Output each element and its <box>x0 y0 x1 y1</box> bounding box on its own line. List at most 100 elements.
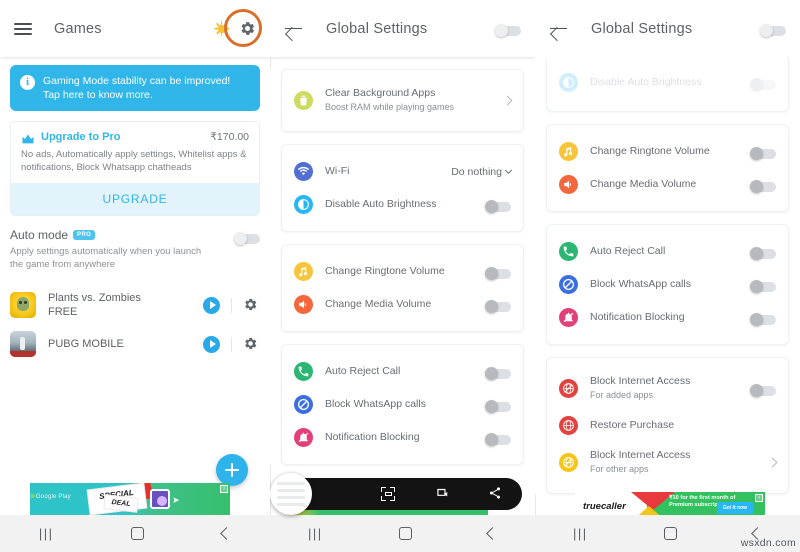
list-item[interactable]: PUBG MOBILE <box>10 325 260 363</box>
row-toggle[interactable] <box>485 400 511 413</box>
row-block-internet-added-apps[interactable]: Block Internet Access For added apps <box>547 368 788 409</box>
master-toggle[interactable] <box>760 24 786 37</box>
row-title: Change Media Volume <box>590 178 697 190</box>
sun-icon[interactable] <box>213 21 229 36</box>
row-block-whatsapp-calls[interactable]: Block WhatsApp calls <box>282 388 523 421</box>
row-control[interactable] <box>767 457 778 468</box>
stability-banner[interactable]: i Gaming Mode stability can be improved!… <box>10 65 260 111</box>
row-notification-blocking[interactable]: Notification Blocking <box>547 301 788 334</box>
list-item[interactable]: Plants vs. Zombies FREE <box>10 285 260 325</box>
row-control[interactable] <box>502 95 513 106</box>
music-note-icon <box>559 142 578 161</box>
back-arrow-icon[interactable] <box>284 19 304 39</box>
pro-title: Upgrade to Pro <box>41 131 121 143</box>
row-control[interactable] <box>485 196 511 213</box>
row-change-ringtone-volume[interactable]: Change Ringtone Volume <box>547 135 788 168</box>
upgrade-button[interactable]: UPGRADE <box>11 183 259 215</box>
row-toggle[interactable] <box>750 313 776 326</box>
row-label: Change Media Volume <box>590 178 696 191</box>
row-control[interactable] <box>485 363 511 380</box>
row-disable-auto-brightness[interactable]: Disable Auto Brightness <box>547 66 788 99</box>
row-auto-reject-call[interactable]: Auto Reject Call <box>547 235 788 268</box>
row-control[interactable] <box>485 396 511 413</box>
add-game-button[interactable] <box>216 454 248 486</box>
ad-info-icon[interactable]: i <box>755 494 763 502</box>
row-change-media-volume[interactable]: Change Media Volume <box>547 168 788 201</box>
row-toggle[interactable] <box>750 78 776 91</box>
row-block-internet-other-apps[interactable]: Block Internet Access For other apps <box>547 442 788 483</box>
google-play-ad[interactable]: Google Play SPECIAL DEAL ➤ i <box>30 483 230 515</box>
crop-icon[interactable] <box>381 487 396 501</box>
back-icon[interactable] <box>486 527 499 540</box>
screenshot-thumbnail[interactable] <box>270 473 312 515</box>
home-icon[interactable] <box>663 527 677 540</box>
divider <box>231 336 232 352</box>
auto-mode-toggle[interactable] <box>234 232 260 245</box>
row-toggle[interactable] <box>485 367 511 380</box>
back-icon[interactable] <box>220 527 233 540</box>
row-subtitle: For other apps <box>590 464 649 474</box>
row-control[interactable]: Do nothing <box>451 166 513 178</box>
row-restore-purchase[interactable]: Restore Purchase <box>547 409 788 442</box>
tag-icon[interactable] <box>435 486 449 503</box>
row-control[interactable] <box>485 296 511 313</box>
row-disable-auto-brightness[interactable]: Disable Auto Brightness <box>282 188 523 221</box>
row-control[interactable] <box>485 429 511 446</box>
row-control[interactable] <box>750 176 776 193</box>
row-notification-blocking[interactable]: Notification Blocking <box>282 421 523 454</box>
row-toggle[interactable] <box>485 433 511 446</box>
play-button[interactable] <box>203 335 220 353</box>
row-toggle[interactable] <box>750 180 776 193</box>
hamburger-icon[interactable] <box>14 22 32 35</box>
back-arrow-icon[interactable] <box>549 19 569 39</box>
row-control[interactable] <box>750 243 776 260</box>
row-wifi[interactable]: Wi-Fi Do nothing <box>282 155 523 188</box>
phone-reject-icon <box>294 362 313 381</box>
ad-cta-button[interactable]: Get it now <box>716 502 753 514</box>
card-partial-scrolled: Disable Auto Brightness <box>546 55 789 112</box>
row-subtitle: For added apps <box>590 390 654 400</box>
speaker-icon <box>559 175 578 194</box>
auto-mode-title-row: Auto mode PRO <box>10 228 234 242</box>
auto-mode-setting: Auto mode PRO Apply settings automatical… <box>10 228 260 271</box>
row-control[interactable] <box>750 276 776 293</box>
home-icon[interactable] <box>398 527 412 540</box>
row-label: Disable Auto Brightness <box>590 76 701 89</box>
row-label: Auto Reject Call <box>590 245 665 258</box>
wifi-dropdown[interactable]: Do nothing <box>451 166 513 178</box>
row-control[interactable] <box>750 309 776 326</box>
row-clear-background-apps[interactable]: Clear Background Apps Boost RAM while pl… <box>282 80 523 121</box>
row-toggle[interactable] <box>485 300 511 313</box>
recents-button[interactable]: ||| <box>39 526 54 541</box>
row-toggle[interactable] <box>750 247 776 260</box>
row-change-ringtone-volume[interactable]: Change Ringtone Volume <box>282 255 523 288</box>
row-control[interactable] <box>485 263 511 280</box>
row-auto-reject-call[interactable]: Auto Reject Call <box>282 355 523 388</box>
ad-character <box>150 489 170 509</box>
row-control[interactable] <box>750 380 776 397</box>
row-toggle[interactable] <box>750 384 776 397</box>
row-control[interactable] <box>750 143 776 160</box>
row-toggle[interactable] <box>750 280 776 293</box>
recents-button[interactable]: ||| <box>308 526 323 541</box>
row-control[interactable] <box>750 74 776 91</box>
row-toggle[interactable] <box>485 267 511 280</box>
row-title: Block WhatsApp calls <box>325 398 426 410</box>
row-block-whatsapp-calls[interactable]: Block WhatsApp calls <box>547 268 788 301</box>
appbar-actions <box>760 20 786 37</box>
master-toggle[interactable] <box>495 24 521 37</box>
row-change-media-volume[interactable]: Change Media Volume <box>282 288 523 321</box>
phone-reject-icon <box>559 242 578 261</box>
row-toggle[interactable] <box>485 200 511 213</box>
gear-icon[interactable] <box>243 336 260 353</box>
share-icon[interactable] <box>488 486 502 503</box>
gear-icon[interactable] <box>243 297 260 314</box>
ad-info-icon[interactable]: i <box>220 485 228 493</box>
row-toggle[interactable] <box>750 147 776 160</box>
banner-line1: Gaming Mode stability can be improved! <box>43 75 231 87</box>
gear-icon[interactable] <box>239 20 256 37</box>
game-actions <box>203 296 260 314</box>
play-button[interactable] <box>203 296 220 314</box>
home-icon[interactable] <box>131 527 145 540</box>
recents-button[interactable]: ||| <box>573 526 588 541</box>
